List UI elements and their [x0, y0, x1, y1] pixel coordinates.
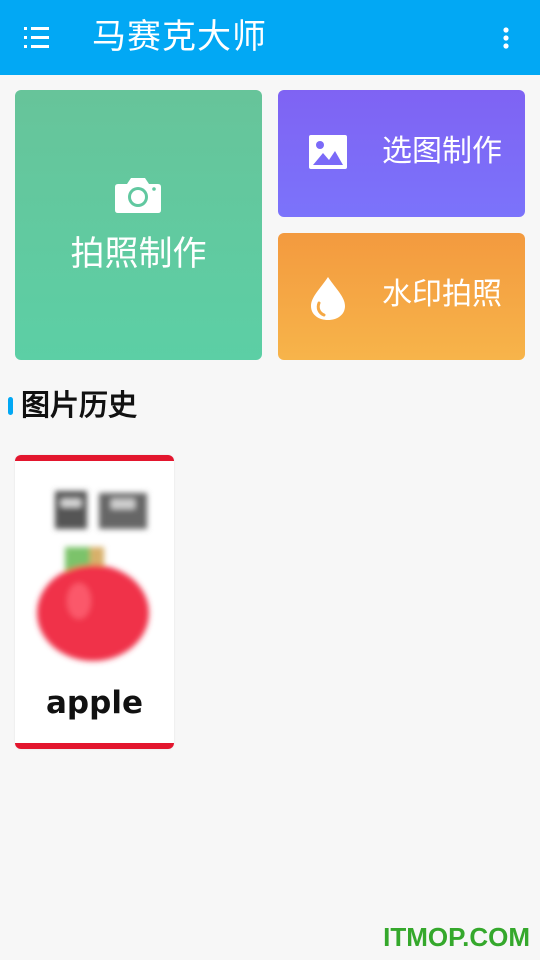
pick-image-button[interactable]: 选图制作	[278, 90, 525, 217]
history-item[interactable]: apple	[15, 455, 174, 749]
app-bar: 马赛克大师	[0, 0, 540, 75]
history-thumbnail-image	[15, 461, 174, 681]
history-section-title: 图片历史	[21, 388, 138, 422]
watermark-photo-label: 水印拍照	[382, 277, 502, 312]
thumbnail-bottom-border	[15, 743, 174, 749]
app-title: 马赛克大师	[92, 17, 267, 57]
camera-create-button[interactable]: 拍照制作	[15, 90, 262, 360]
image-icon	[308, 132, 348, 172]
section-indicator	[8, 397, 13, 415]
menu-list-icon[interactable]	[22, 24, 52, 52]
pick-image-label: 选图制作	[382, 134, 502, 169]
camera-create-label: 拍照制作	[70, 234, 207, 274]
more-options-icon[interactable]	[502, 26, 510, 50]
history-thumbnail-word: apple	[46, 685, 143, 721]
water-drop-icon	[308, 275, 348, 320]
watermark-photo-button[interactable]: 水印拍照	[278, 233, 525, 360]
site-watermark: ITMOP.COM	[383, 922, 530, 952]
camera-icon	[113, 175, 163, 215]
